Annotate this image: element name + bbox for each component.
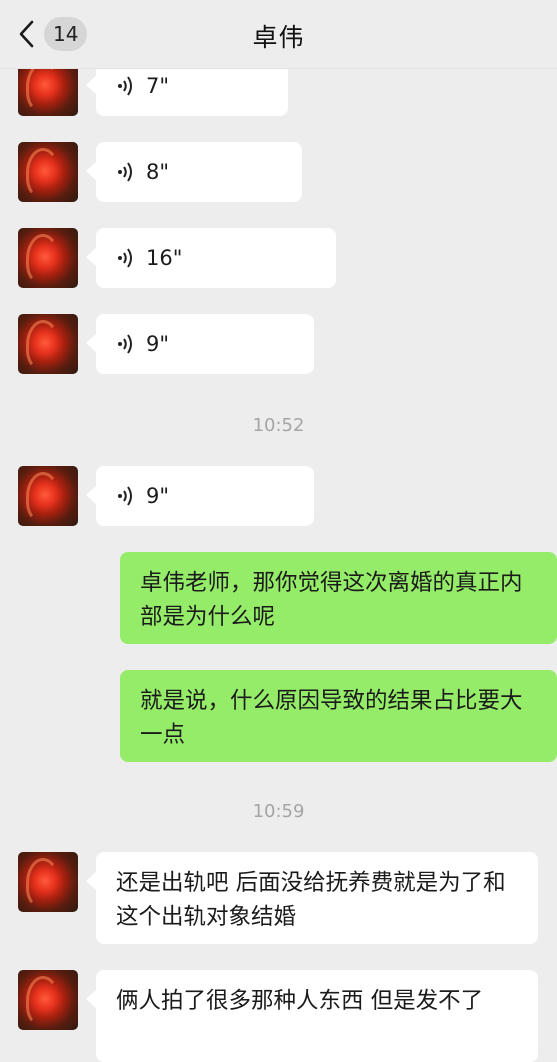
- outgoing-message[interactable]: 就是说，什么原因导致的结果占比要大一点: [120, 670, 557, 762]
- contact-avatar[interactable]: [18, 314, 78, 374]
- top-bar-cover: 14 卓伟: [0, 0, 557, 69]
- voice-wave-icon: [118, 334, 132, 354]
- contact-avatar[interactable]: [18, 142, 78, 202]
- contact-avatar[interactable]: [18, 228, 78, 288]
- voice-duration: 7": [146, 74, 170, 98]
- incoming-message[interactable]: 俩人拍了很多那种人东西 但是发不了: [86, 970, 538, 1062]
- voice-message[interactable]: 16": [86, 228, 336, 288]
- voice-duration: 9": [146, 484, 170, 508]
- contact-avatar[interactable]: [18, 466, 78, 526]
- voice-duration: 9": [146, 332, 170, 356]
- chat-title: 卓伟: [252, 23, 305, 52]
- voice-message[interactable]: 8": [86, 142, 302, 202]
- timestamp: 10:59: [252, 801, 305, 822]
- message-text: 就是说，什么原因导致的结果占比要大一点: [140, 688, 523, 748]
- message-text: 卓伟老师，那你觉得这次离婚的真正内部是为什么呢: [140, 570, 523, 630]
- outgoing-message[interactable]: 卓伟老师，那你觉得这次离婚的真正内部是为什么呢: [120, 552, 557, 644]
- contact-avatar[interactable]: [18, 852, 78, 912]
- voice-wave-icon: [118, 162, 132, 182]
- message-text: 俩人拍了很多那种人东西 但是发不了: [116, 988, 484, 1014]
- voice-duration: 8": [146, 160, 170, 184]
- voice-wave-icon: [118, 248, 132, 268]
- voice-wave-icon: [118, 76, 132, 96]
- voice-duration: 16": [146, 246, 183, 270]
- message-text: 还是出轨吧 后面没给抚养费就是为了和这个出轨对象结婚: [116, 870, 506, 930]
- incoming-message[interactable]: 还是出轨吧 后面没给抚养费就是为了和这个出轨对象结婚: [86, 852, 538, 944]
- timestamp: 10:52: [252, 415, 305, 436]
- voice-message[interactable]: 9": [86, 466, 314, 526]
- contact-avatar[interactable]: [18, 970, 78, 1030]
- voice-message[interactable]: 9": [86, 314, 314, 374]
- voice-wave-icon: [118, 486, 132, 506]
